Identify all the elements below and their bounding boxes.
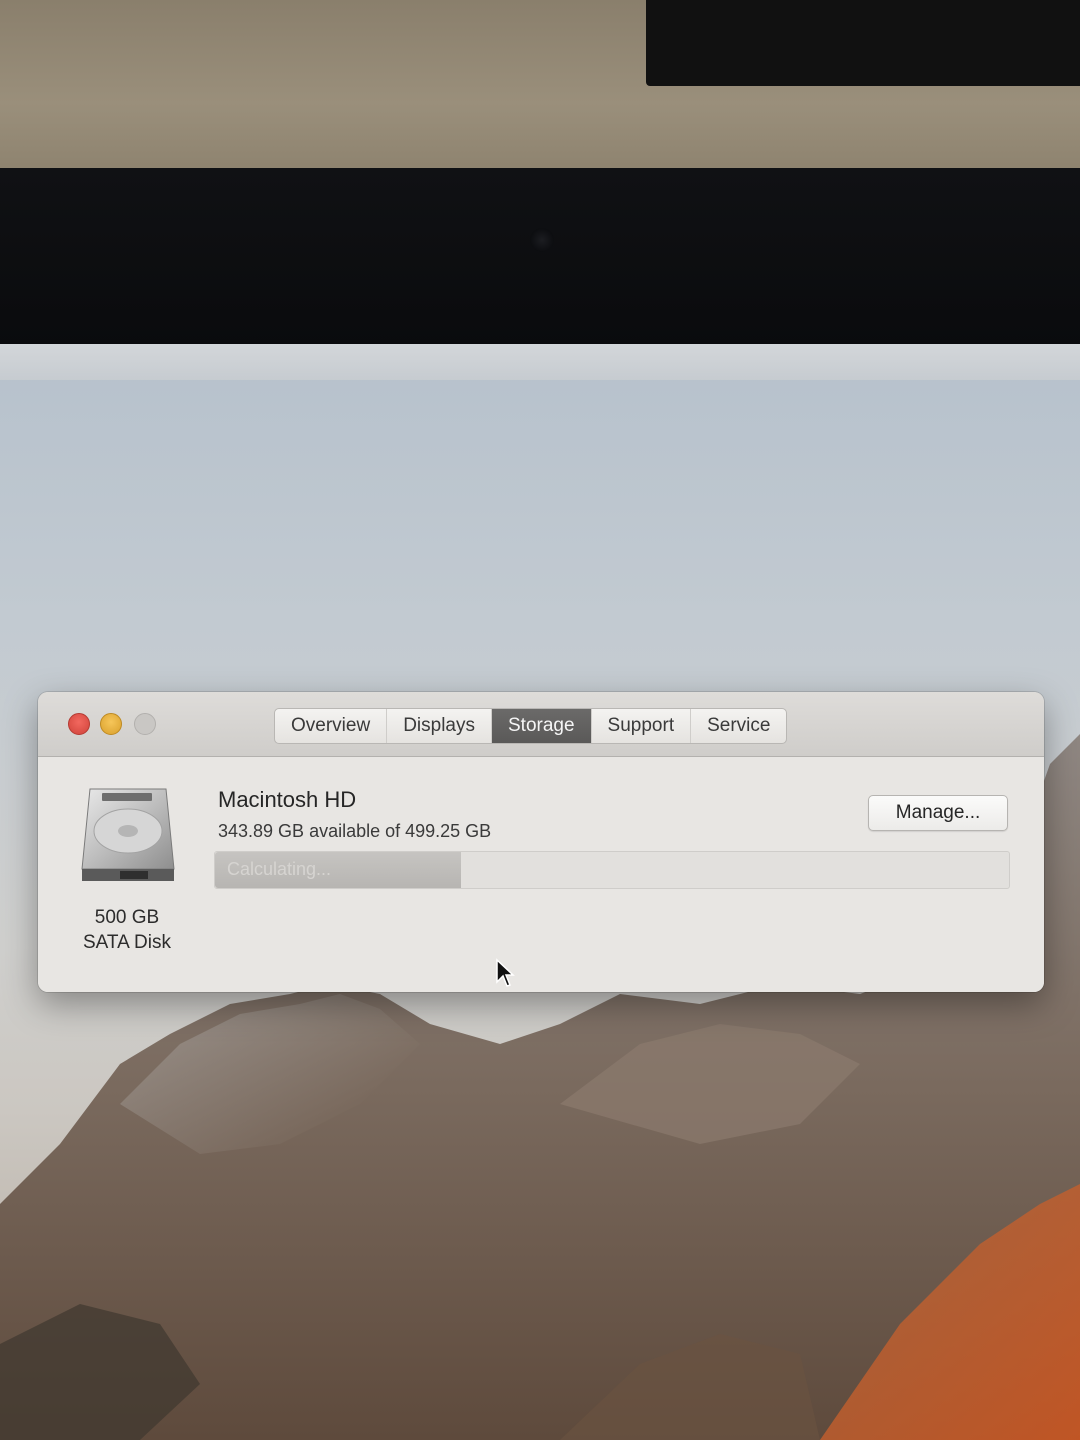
wall-picture-frame — [646, 0, 1080, 86]
desktop-screen: Overview Displays Storage Support Servic… — [0, 344, 1080, 1440]
disk-capacity: 500 GB — [94, 907, 160, 928]
hard-disk-icon — [81, 788, 175, 881]
tab-service[interactable]: Service — [691, 709, 786, 743]
manage-button[interactable]: Manage... — [868, 795, 1008, 831]
minimize-button[interactable] — [100, 713, 122, 735]
tab-storage[interactable]: Storage — [492, 709, 592, 743]
monitor-bezel — [0, 168, 1080, 348]
tab-support[interactable]: Support — [592, 709, 692, 743]
storage-usage-bar: Calculating... — [214, 851, 1010, 889]
close-button[interactable] — [68, 713, 90, 735]
tab-bar: Overview Displays Storage Support Servic… — [274, 708, 788, 744]
about-this-mac-window: Overview Displays Storage Support Servic… — [38, 692, 1044, 992]
storage-usage-label: Calculating... — [227, 859, 332, 879]
photo-scene: Overview Displays Storage Support Servic… — [0, 0, 1080, 1440]
zoom-button[interactable] — [134, 713, 156, 735]
window-titlebar[interactable]: Overview Displays Storage Support Servic… — [38, 692, 1044, 757]
disk-type: SATA Disk — [83, 932, 171, 953]
storage-pane: 500 GB SATA Disk Macintosh HD 343.89 GB … — [38, 757, 1044, 992]
mouse-pointer-icon — [496, 958, 515, 987]
tab-displays[interactable]: Displays — [387, 709, 492, 743]
webcam — [530, 228, 554, 252]
volume-available: 343.89 GB available of 499.25 GB — [218, 821, 492, 841]
menu-bar — [0, 344, 1080, 380]
volume-name: Macintosh HD — [218, 787, 357, 812]
disk-caption: 500 GB SATA Disk — [62, 905, 192, 955]
tab-overview[interactable]: Overview — [275, 709, 388, 743]
